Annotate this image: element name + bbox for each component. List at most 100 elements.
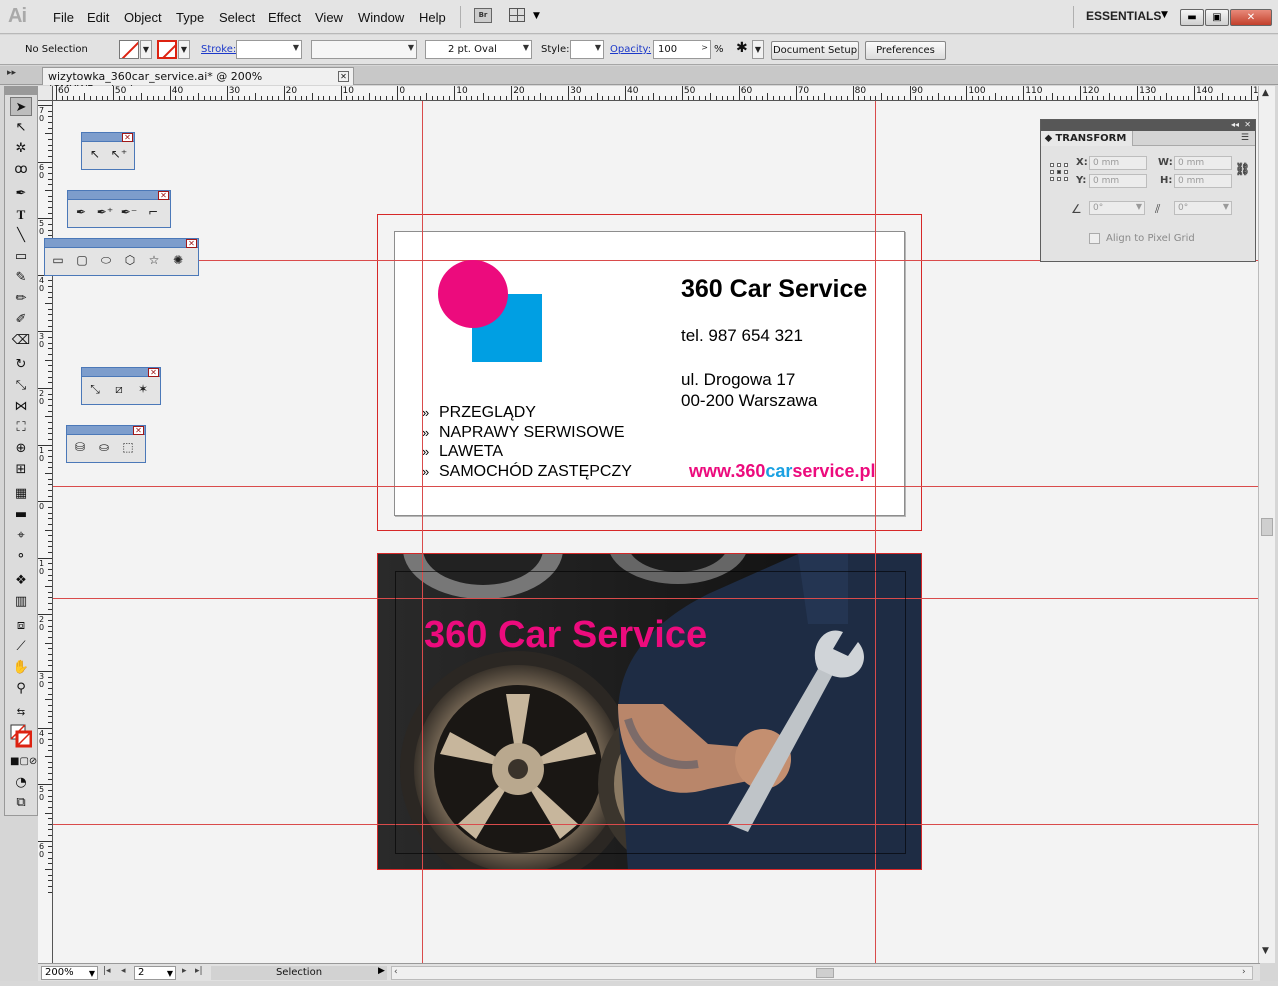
- color-mode-icon[interactable]: ■▢⊘: [10, 752, 37, 771]
- magic-wand-tool-icon[interactable]: ✲: [10, 139, 32, 158]
- stroke-weight-field[interactable]: ▼: [236, 40, 302, 59]
- business-card-front[interactable]: 360 Car Service tel. 987 654 321 ul. Dro…: [394, 231, 905, 516]
- flare-tool-icon[interactable]: ✺: [169, 252, 187, 268]
- delete-anchor-point-tool-icon[interactable]: ✒⁻: [120, 204, 138, 220]
- arrange-documents-button[interactable]: ▼: [509, 8, 541, 24]
- zoom-tool-icon[interactable]: ⚲: [10, 679, 32, 698]
- reference-point[interactable]: [1064, 177, 1068, 181]
- rotate-tool-icon[interactable]: ↻: [10, 355, 32, 374]
- fill-dropdown[interactable]: ▼: [140, 40, 152, 59]
- default-colors-icon[interactable]: ⇆: [10, 703, 32, 722]
- paintbrush-tool-icon[interactable]: ✎: [10, 268, 32, 287]
- card-title[interactable]: 360 Car Service: [681, 275, 867, 304]
- shape-tools-tearoff[interactable]: ✕ ▭ ▢ ⬭ ⬡ ☆ ✺: [44, 238, 199, 276]
- constrain-proportions-icon[interactable]: ⛓: [1235, 162, 1250, 176]
- screen-mode-icon[interactable]: ⧉: [10, 793, 32, 812]
- status-text[interactable]: Selection: [211, 966, 387, 980]
- tab-transform[interactable]: ⬥ TRANSFORM: [1041, 131, 1133, 146]
- direct-selection-tool-icon[interactable]: ↖: [86, 146, 104, 162]
- scroll-down-icon[interactable]: ▼: [1262, 946, 1269, 956]
- guide-horizontal[interactable]: [53, 486, 1258, 487]
- menu-select[interactable]: Select: [219, 10, 255, 25]
- reference-point-selector[interactable]: [1050, 163, 1068, 181]
- lasso-tool-icon[interactable]: ꝏ: [10, 160, 32, 179]
- mesh-tool-icon[interactable]: ▦: [10, 484, 32, 503]
- reference-point[interactable]: [1057, 170, 1061, 174]
- reference-point[interactable]: [1050, 163, 1054, 167]
- slice-tool-icon[interactable]: ⟋: [10, 637, 32, 656]
- close-icon[interactable]: ✕: [186, 239, 197, 248]
- horizontal-ruler[interactable]: 60 50 40 30 20 10 0 10 20 30 40 50 60 70 80 90 100 110 120…: [53, 86, 1258, 101]
- horizontal-scrollbar[interactable]: ‹ ›: [391, 966, 1253, 980]
- menu-window[interactable]: Window: [358, 10, 404, 25]
- document-tab[interactable]: wizytowka_360car_service.ai* @ 200% (CMY…: [42, 67, 354, 96]
- tearoff-titlebar[interactable]: ✕: [68, 191, 170, 200]
- scale-tools-tearoff[interactable]: ✕ ⤡ ⧄ ✶: [81, 367, 161, 405]
- menu-effect[interactable]: Effect: [268, 10, 301, 25]
- collapse-panel-icon[interactable]: ◂◂: [1231, 120, 1239, 129]
- close-icon[interactable]: ✕: [148, 368, 159, 377]
- close-button[interactable]: ✕: [1230, 9, 1272, 26]
- workspace-switcher[interactable]: ESSENTIALS: [1086, 9, 1161, 23]
- reference-point[interactable]: [1064, 170, 1068, 174]
- draw-mode-icon[interactable]: ◔: [10, 773, 32, 792]
- variable-width-field[interactable]: ▼: [311, 40, 417, 59]
- card-website[interactable]: www.360carservice.pl: [689, 461, 875, 482]
- blend-tool-icon[interactable]: ⚬: [10, 547, 32, 566]
- selection-tools-tearoff[interactable]: ✕ ↖ ↖⁺: [81, 132, 135, 170]
- document-setup-button[interactable]: Document Setup: [771, 41, 859, 60]
- live-paint-bucket-tool-icon[interactable]: ⛁: [71, 439, 89, 455]
- rectangle-tool-icon[interactable]: ▭: [10, 247, 32, 266]
- restore-button[interactable]: ▣: [1205, 9, 1229, 26]
- expand-panels-icon[interactable]: ▸▸: [7, 68, 16, 78]
- pen-tool-icon[interactable]: ✒: [10, 184, 32, 203]
- type-tool-icon[interactable]: T: [10, 205, 32, 224]
- tearoff-titlebar[interactable]: ✕: [45, 239, 198, 248]
- fill-swatch[interactable]: [119, 40, 139, 59]
- width-field[interactable]: 0 mm: [1174, 156, 1232, 170]
- gradient-tool-icon[interactable]: ▬: [10, 505, 32, 524]
- close-tab-icon[interactable]: ✕: [338, 71, 349, 82]
- artboard-field[interactable]: 2 ▼: [134, 966, 176, 980]
- stroke-label[interactable]: Stroke:: [201, 44, 236, 55]
- polygon-tool-icon[interactable]: ⬡: [121, 252, 139, 268]
- artboard-tool-icon[interactable]: ⧈: [10, 616, 32, 635]
- reshape-tool-icon[interactable]: ✶: [134, 381, 152, 397]
- reference-point[interactable]: [1050, 170, 1054, 174]
- eyedropper-tool-icon[interactable]: ⌖: [10, 526, 32, 545]
- scroll-right-icon[interactable]: ›: [1242, 967, 1246, 977]
- free-transform-tool-icon[interactable]: ⛶: [10, 418, 32, 437]
- blob-brush-tool-icon[interactable]: ✐: [10, 310, 32, 329]
- width-tool-icon[interactable]: ⋈: [10, 397, 32, 416]
- panel-titlebar[interactable]: ◂◂ ✕: [1041, 120, 1255, 131]
- scroll-up-icon[interactable]: ▲: [1262, 88, 1269, 98]
- close-icon[interactable]: ✕: [133, 426, 144, 435]
- menu-view[interactable]: View: [315, 10, 343, 25]
- align-pixel-checkbox[interactable]: [1089, 233, 1100, 244]
- chevron-down-icon[interactable]: ▼: [1161, 10, 1168, 20]
- rounded-rectangle-tool-icon[interactable]: ▢: [73, 252, 91, 268]
- tearoff-titlebar[interactable]: ✕: [82, 368, 160, 377]
- vertical-scrollbar[interactable]: ▲ ▼: [1258, 86, 1275, 963]
- fill-stroke-icon[interactable]: [10, 723, 33, 749]
- pen-tools-tearoff[interactable]: ✕ ✒ ✒⁺ ✒⁻ ⌐: [67, 190, 171, 228]
- status-menu-icon[interactable]: ▶: [378, 966, 385, 976]
- rotate-field[interactable]: 0° ▼: [1089, 201, 1145, 215]
- eraser-tool-icon[interactable]: ⌫: [10, 331, 32, 350]
- line-segment-tool-icon[interactable]: ╲: [10, 226, 32, 245]
- card-street[interactable]: ul. Drogowa 17: [681, 370, 795, 390]
- opacity-field[interactable]: 100 >: [653, 40, 711, 59]
- scrollbar-thumb[interactable]: [1261, 518, 1273, 536]
- menu-object[interactable]: Object: [124, 10, 162, 25]
- direct-selection-tool-icon[interactable]: ↖: [10, 118, 32, 137]
- first-artboard-icon[interactable]: |◂: [103, 966, 111, 976]
- symbol-sprayer-tool-icon[interactable]: ❖: [10, 571, 32, 590]
- close-icon[interactable]: ✕: [158, 191, 169, 200]
- recolor-dropdown[interactable]: ▼: [752, 40, 764, 59]
- tearoff-titlebar[interactable]: ✕: [82, 133, 134, 142]
- pencil-tool-icon[interactable]: ✏: [10, 289, 32, 308]
- group-selection-tool-icon[interactable]: ↖⁺: [110, 146, 128, 162]
- business-card-back[interactable]: 360 Car Service: [377, 553, 922, 870]
- column-graph-tool-icon[interactable]: ▥: [10, 592, 32, 611]
- minimize-button[interactable]: ▬: [1180, 9, 1204, 26]
